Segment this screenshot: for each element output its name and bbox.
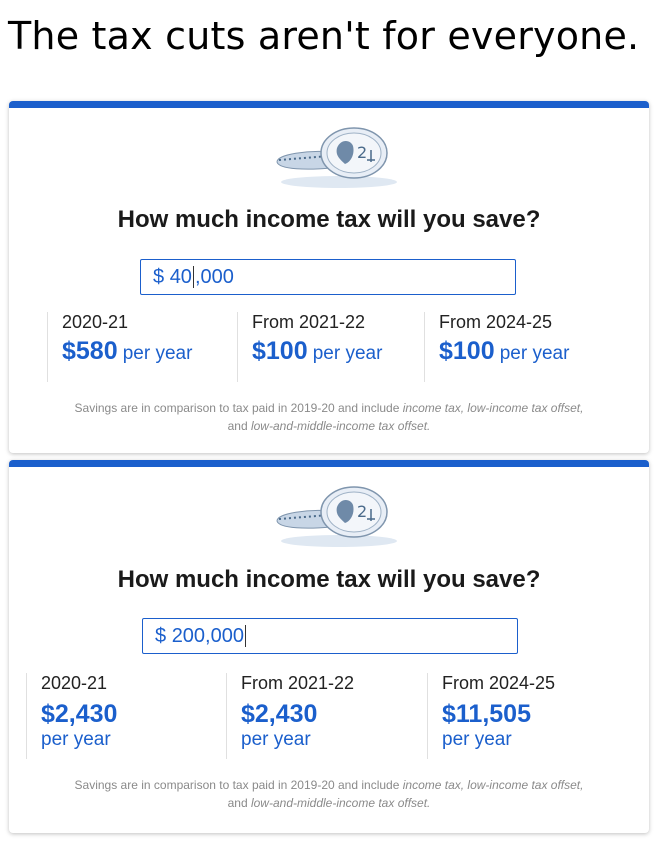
- savings-column: From 2024-25 $11,505 per year: [427, 673, 627, 759]
- savings-amount: $11,505: [442, 700, 531, 728]
- card-title: How much income tax will you save?: [117, 206, 541, 233]
- footnote-emphasis: income tax, low-income tax offset,: [402, 778, 584, 792]
- footnote-emphasis: income tax, low-income tax offset,: [402, 401, 584, 415]
- period-label: 2020-21: [62, 312, 129, 332]
- currency-prefix: $: [155, 624, 167, 647]
- period-label: From 2021-22: [252, 312, 366, 332]
- savings-column: From 2021-22 $2,430 per year: [226, 673, 427, 759]
- coin-stack-icon: 2: [276, 486, 397, 547]
- savings-period: per year: [499, 343, 570, 364]
- text-caret: [192, 266, 194, 288]
- footnote-emphasis: low-and-middle-income tax offset.: [250, 419, 431, 433]
- period-label: 2020-21: [41, 673, 108, 693]
- savings-period: per year: [122, 343, 193, 364]
- savings-period: per year: [312, 343, 383, 364]
- savings-column: From 2021-22 $100 per year: [237, 312, 424, 382]
- period-label: From 2024-25: [439, 312, 553, 332]
- savings-period: per year: [241, 729, 311, 750]
- card-title: How much income tax will you save?: [117, 566, 541, 593]
- currency-prefix: $: [153, 265, 165, 288]
- savings-column: 2020-21 $580 per year: [47, 312, 237, 382]
- income-value-before-caret: 40: [169, 265, 192, 288]
- svg-text:2: 2: [357, 502, 367, 521]
- savings-amount: $580: [62, 337, 118, 365]
- tax-savings-card: 2 How much income tax will you save? $ 2…: [9, 460, 649, 833]
- period-label: From 2024-25: [442, 673, 556, 693]
- footnote-text: Savings are in comparison to tax paid in…: [74, 778, 403, 792]
- footnote: Savings are in comparison to tax paid in…: [9, 776, 649, 812]
- tax-savings-card: 2 How much income tax will you save? $ 4…: [9, 101, 649, 453]
- income-value-before-caret: 200,000: [171, 624, 244, 647]
- savings-period: per year: [442, 729, 512, 750]
- text-caret: [244, 625, 246, 647]
- income-value-after-caret: ,000: [194, 265, 234, 288]
- savings-amount: $2,430: [41, 700, 118, 728]
- footnote-text: Savings are in comparison to tax paid in…: [74, 401, 403, 415]
- period-label: From 2021-22: [241, 673, 355, 693]
- svg-text:2: 2: [357, 143, 367, 162]
- savings-amount: $100: [439, 337, 495, 365]
- footnote-text: and: [227, 419, 251, 433]
- footnote-text: and: [227, 796, 251, 810]
- footnote-emphasis: low-and-middle-income tax offset.: [250, 796, 431, 810]
- savings-amount: $100: [252, 337, 308, 365]
- savings-column: From 2024-25 $100 per year: [424, 312, 624, 382]
- savings-amount: $2,430: [241, 700, 318, 728]
- headline: The tax cuts aren't for everyone.: [8, 14, 640, 58]
- savings-column: 2020-21 $2,430 per year: [26, 673, 226, 759]
- income-input[interactable]: $ 200,000: [142, 618, 518, 654]
- coin-stack-icon: 2: [276, 127, 397, 188]
- income-input[interactable]: $ 40,000: [140, 259, 516, 295]
- savings-period: per year: [41, 729, 111, 750]
- footnote: Savings are in comparison to tax paid in…: [9, 399, 649, 435]
